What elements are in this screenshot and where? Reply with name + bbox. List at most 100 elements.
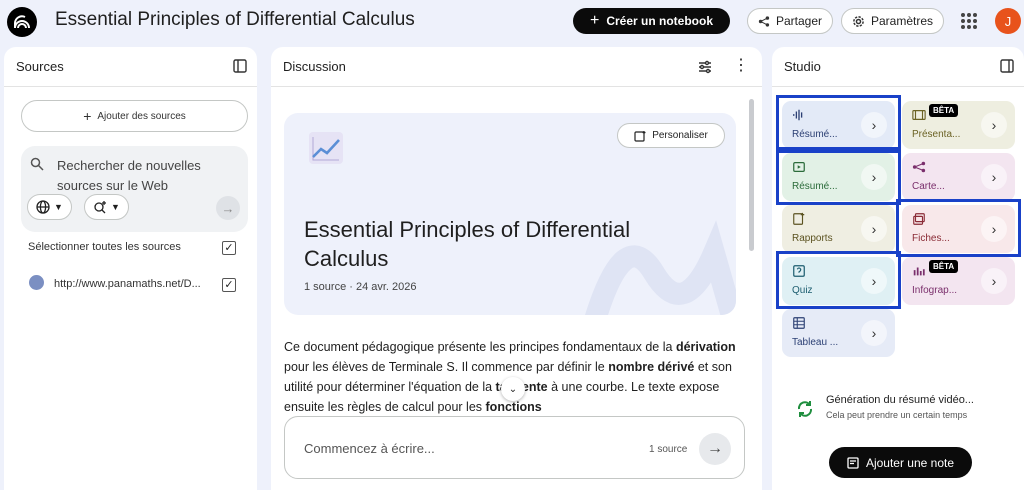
chevron-down-icon: ▼ (111, 202, 120, 212)
top-bar: Essential Principles of Differential Cal… (0, 0, 1024, 44)
report-icon (793, 212, 805, 225)
personalize-label: Personaliser (652, 130, 708, 141)
create-notebook-button[interactable]: + Créer un notebook (573, 8, 730, 34)
add-sources-label: Ajouter des sources (97, 110, 186, 122)
studio-header: Studio (772, 47, 1024, 87)
studio-title: Studio (784, 59, 821, 74)
studio-tile-table[interactable]: Tableau ... › (782, 309, 895, 357)
share-label: Partager (775, 14, 822, 28)
add-note-button[interactable]: Ajouter une note (829, 447, 972, 478)
submit-search-button[interactable]: → (216, 196, 240, 220)
tune-icon[interactable] (698, 60, 712, 74)
avatar[interactable]: J (995, 8, 1021, 34)
chevron-down-icon: ⌄ (508, 383, 518, 395)
studio-tile-slides[interactable]: BÊTA Présenta... › (902, 101, 1015, 149)
summary-keyword: fonctions (485, 400, 542, 414)
studio-tile-label: Infograp... (912, 285, 958, 296)
studio-tile-mindmap[interactable]: Carte... › (902, 153, 1015, 201)
chevron-right-icon[interactable]: › (981, 112, 1007, 138)
settings-button[interactable]: Paramètres (841, 8, 944, 34)
summary-title: Essential Principles of Differential Cal… (304, 217, 631, 271)
discussion-panel: Discussion ⋮ Personaliser Essential Prin… (271, 47, 762, 490)
beta-badge: BÊTA (929, 260, 959, 273)
apps-grid-icon[interactable] (961, 13, 977, 29)
studio-tile-infographic[interactable]: BÊTA Infograp... › (902, 257, 1015, 305)
chart-emoji-icon (309, 132, 343, 164)
sources-header: Sources (4, 47, 257, 87)
chevron-right-icon[interactable]: › (981, 268, 1007, 294)
discussion-header: Discussion ⋮ (271, 47, 762, 87)
note-icon (847, 456, 859, 469)
chat-input-placeholder[interactable]: Commencez à écrire... (304, 441, 435, 456)
chat-input-box[interactable]: Commencez à écrire... 1 source → (284, 416, 745, 479)
notebooklm-logo-icon[interactable] (7, 7, 37, 37)
studio-tile-label: Carte... (912, 181, 945, 192)
send-button[interactable]: → (699, 433, 731, 465)
summary-meta: 1 source · 24 avr. 2026 (304, 281, 417, 293)
search-input[interactable]: Rechercher de nouvelles sources sur le W… (57, 156, 227, 196)
add-photo-icon (634, 130, 646, 142)
check-icon: ✓ (224, 278, 234, 291)
sparkle-search-icon (94, 201, 106, 214)
notebook-title[interactable]: Essential Principles of Differential Cal… (55, 9, 415, 31)
summary-segment: pour les élèves de Terminale S. Il comme… (284, 360, 609, 374)
chevron-right-icon[interactable]: › (861, 216, 887, 242)
gear-icon (853, 15, 864, 27)
studio-tile-report[interactable]: Rapports › (782, 205, 895, 253)
infographic-icon (913, 267, 925, 276)
check-icon: ✓ (224, 241, 234, 254)
generation-status: Génération du résumé vidéo... Cela peut … (776, 387, 1009, 439)
mindmap-icon (912, 161, 926, 173)
studio-tile-label: Tableau ... (792, 337, 839, 348)
scroll-down-button[interactable]: ⌄ (501, 377, 525, 401)
share-icon (758, 15, 770, 27)
chevron-down-icon: ▼ (54, 202, 63, 212)
summary-keyword: dérivation (675, 340, 736, 354)
create-notebook-label: Créer un notebook (606, 14, 714, 28)
sources-panel: Sources + Ajouter des sources Rechercher… (4, 47, 257, 490)
search-icon (30, 157, 44, 171)
collapse-panel-icon[interactable] (1000, 59, 1014, 73)
source-item-label[interactable]: http://www.panamaths.net/D... (54, 278, 214, 290)
select-all-checkbox[interactable]: ✓ (222, 241, 236, 255)
source-favicon-icon (29, 275, 44, 290)
arrow-right-icon: → (221, 200, 235, 216)
sources-title: Sources (16, 59, 64, 74)
collapse-panel-icon[interactable] (233, 59, 247, 73)
scrollbar[interactable] (749, 99, 754, 251)
add-note-label: Ajouter une note (865, 455, 955, 470)
highlight-box (776, 147, 901, 205)
select-all-label: Sélectionner toutes les sources (28, 241, 181, 253)
summary-segment: Ce document pédagogique présente les pri… (284, 340, 676, 354)
highlight-box (896, 199, 1021, 257)
add-sources-button[interactable]: + Ajouter des sources (21, 100, 248, 132)
notebook-summary-card: Personaliser Essential Principles of Dif… (284, 113, 736, 315)
plus-icon: + (589, 12, 600, 29)
generation-subtitle: Cela peut prendre un certain temps (826, 410, 968, 420)
globe-icon (36, 200, 50, 214)
more-vert-icon[interactable]: ⋮ (733, 58, 749, 74)
settings-label: Paramètres (870, 14, 933, 28)
highlight-box (776, 95, 901, 153)
search-mode-dropdown[interactable]: ▼ (84, 194, 129, 220)
share-button[interactable]: Partager (747, 8, 833, 34)
web-source-dropdown[interactable]: ▼ (27, 194, 72, 220)
studio-panel: Studio Résumé... › BÊTA Présenta... › Résumé.… (772, 47, 1024, 490)
studio-tile-label: Présenta... (912, 129, 961, 140)
generation-title: Génération du résumé vidéo... (826, 394, 974, 406)
highlight-box (776, 251, 901, 309)
plus-icon: + (83, 108, 92, 124)
web-search-box[interactable]: Rechercher de nouvelles sources sur le W… (21, 146, 248, 232)
arrow-right-icon: → (707, 440, 723, 457)
source-item-checkbox[interactable]: ✓ (222, 278, 236, 292)
discussion-title: Discussion (283, 59, 346, 74)
chevron-right-icon[interactable]: › (861, 320, 887, 346)
source-count-label: 1 source (649, 444, 688, 455)
summary-keyword: nombre dérivé (608, 360, 695, 374)
table-icon (793, 317, 805, 329)
refresh-icon (797, 401, 813, 417)
beta-badge: BÊTA (929, 104, 959, 117)
chevron-right-icon[interactable]: › (981, 164, 1007, 190)
slides-icon (912, 110, 926, 120)
personalize-button[interactable]: Personaliser (617, 123, 725, 148)
